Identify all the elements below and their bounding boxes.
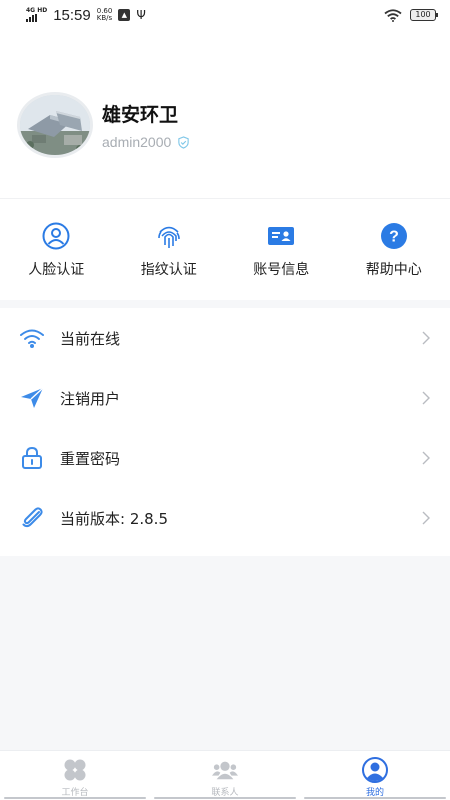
menu-label-logout-user: 注销用户 [60, 389, 121, 408]
wifi-icon [384, 8, 402, 22]
help-center-button[interactable]: ? 帮助中心 [338, 199, 450, 300]
battery-level: 100 [415, 10, 431, 19]
svg-text:?: ? [389, 229, 399, 246]
help-center-label: 帮助中心 [365, 262, 422, 278]
usb-icon: Ψ [136, 8, 146, 22]
grid-clover-icon [62, 757, 88, 783]
chevron-right-icon [422, 391, 430, 405]
lock-icon [18, 444, 46, 472]
wifi-icon [18, 324, 46, 352]
menu-item-app-version[interactable]: 当前版本: 2.8.5 [0, 488, 450, 548]
fingerprint-auth-label: 指纹认证 [140, 262, 197, 278]
menu-item-reset-password[interactable]: 重置密码 [0, 428, 450, 488]
tab-workbench[interactable]: 工作台 [0, 751, 150, 800]
face-id-icon [41, 221, 71, 251]
menu-label-online-status: 当前在线 [60, 329, 121, 348]
menu-item-logout-user[interactable]: 注销用户 [0, 368, 450, 428]
notification-icon: ▲ [118, 9, 131, 21]
help-icon: ? [379, 221, 409, 251]
clock: 15:59 [53, 6, 91, 24]
chevron-right-icon [422, 511, 430, 525]
status-bar: 4G HD 15:59 0.60 KB/s ▲ Ψ 100 [0, 0, 450, 30]
menu-label-reset-password: 重置密码 [60, 449, 121, 468]
id-card-icon [266, 221, 296, 251]
tab-indicator [154, 797, 296, 799]
contacts-icon [212, 757, 238, 783]
menu-label-app-version: 当前版本: 2.8.5 [60, 509, 168, 528]
avatar[interactable] [20, 95, 90, 155]
company-name: 雄安环卫 [102, 104, 179, 126]
username: admin2000 [102, 134, 172, 150]
face-auth-button[interactable]: 人脸认证 [0, 199, 113, 300]
face-auth-label: 人脸认证 [28, 262, 85, 278]
status-left: 4G HD 15:59 0.60 KB/s ▲ Ψ [26, 7, 146, 24]
bottom-tab-bar: 工作台 联系人 我的 [0, 750, 450, 800]
battery-icon: 100 [410, 9, 438, 21]
chevron-right-icon [422, 331, 430, 345]
chevron-right-icon [422, 451, 430, 465]
profile-header: 雄安环卫 admin2000 [0, 30, 450, 198]
tab-indicator [4, 797, 146, 799]
menu-item-online-status[interactable]: 当前在线 [0, 308, 450, 368]
tab-profile[interactable]: 我的 [300, 751, 450, 800]
profile-icon [362, 757, 388, 783]
settings-menu: 当前在线 注销用户 重置密码 当前版本: 2.8.5 [0, 308, 450, 556]
tab-indicator [304, 797, 446, 799]
status-right: 100 [384, 8, 438, 22]
verified-check-icon [178, 135, 189, 149]
paperclip-icon [18, 504, 46, 532]
paper-plane-icon [18, 384, 46, 412]
username-row: admin2000 [102, 134, 190, 150]
account-info-label: 账号信息 [253, 262, 310, 278]
tab-contacts[interactable]: 联系人 [150, 751, 300, 800]
net-speed-unit: KB/s [96, 14, 113, 22]
fingerprint-auth-button[interactable]: 指纹认证 [113, 199, 226, 300]
signal-icon: 4G HD [26, 8, 47, 22]
fingerprint-icon [154, 221, 184, 251]
net-speed: 0.60 KB/s [97, 8, 113, 22]
quick-actions: 人脸认证 指纹认证 账号信息 ? 帮助中心 [0, 198, 450, 300]
building-photo [20, 95, 90, 155]
account-info-button[interactable]: 账号信息 [225, 199, 338, 300]
